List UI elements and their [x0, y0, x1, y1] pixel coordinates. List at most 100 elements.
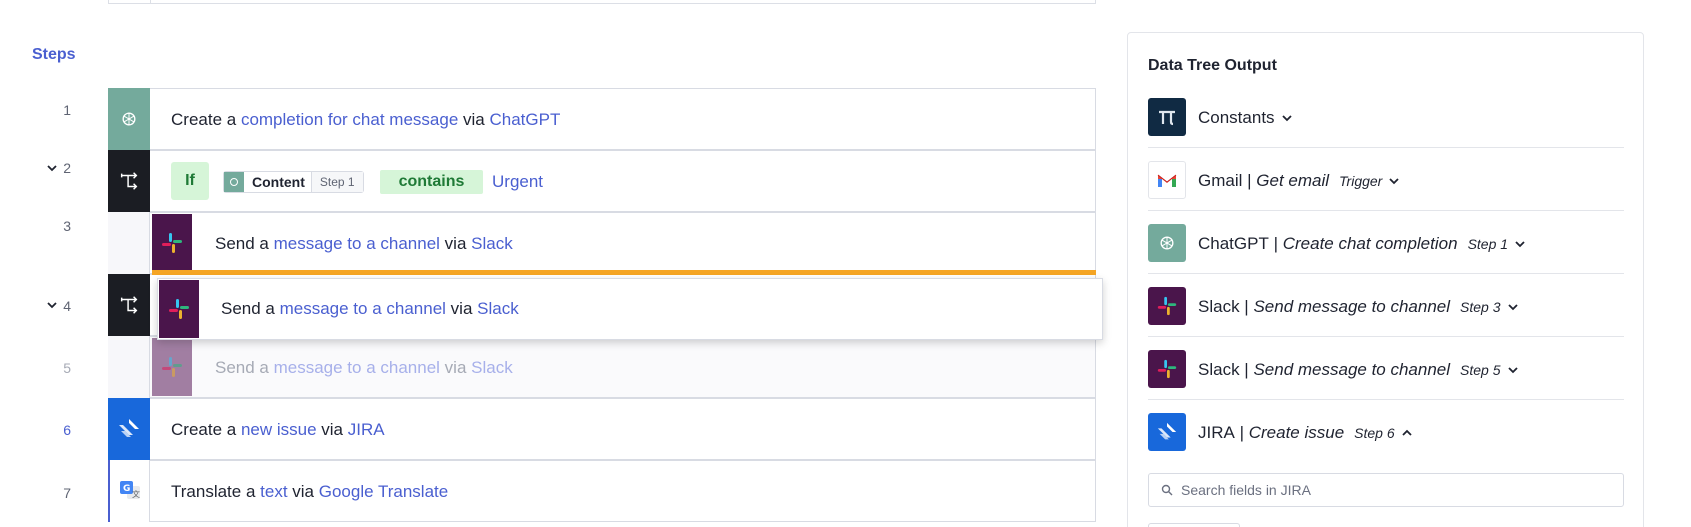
tree-action-name: Send message to channel	[1253, 360, 1451, 379]
tree-app-name: Slack	[1198, 360, 1240, 379]
slack-icon	[152, 214, 192, 272]
step-row-7[interactable]: G文 Translate a text via Google Translate	[108, 460, 1096, 522]
step-description: Send a message to a channel via Slack	[215, 358, 513, 378]
tree-item-label: Gmail | Get email Trigger	[1198, 171, 1400, 191]
step-description: Send a message to a channel via Slack	[215, 234, 513, 254]
workflow-editor: Steps 1 2 3 4 5 6 7 Create a completion …	[0, 0, 1691, 527]
tree-item-label: Constants	[1198, 108, 1293, 128]
gmail-icon	[1148, 161, 1186, 199]
svg-text:文: 文	[132, 489, 140, 499]
jira-fields-search-input[interactable]: Search fields in JIRA	[1148, 473, 1624, 507]
nested-indent	[108, 212, 150, 274]
chevron-down-icon[interactable]	[1507, 301, 1519, 313]
step-row-2[interactable]: If Content Step 1 contains Urgent	[108, 150, 1096, 212]
chevron-down-icon[interactable]	[1514, 238, 1526, 250]
tree-app-name: JIRA	[1198, 423, 1235, 442]
condition-field-step: Step 1	[310, 172, 363, 192]
action-link[interactable]: text	[260, 482, 287, 501]
tree-item-jira[interactable]: JIRA | Create issue Step 6	[1148, 400, 1624, 463]
chevron-down-icon[interactable]	[1281, 112, 1293, 124]
step-text: Send a	[215, 358, 274, 377]
search-icon	[1161, 484, 1173, 496]
if-chip: If	[171, 162, 209, 200]
tree-step-tag: Step 1	[1467, 236, 1509, 252]
search-placeholder: Search fields in JIRA	[1181, 482, 1311, 498]
tree-app-name: ChatGPT	[1198, 234, 1269, 253]
chevron-down-icon[interactable]	[1507, 364, 1519, 376]
field-chip-fragment	[1148, 523, 1240, 527]
step-description: Create a completion for chat message via…	[171, 110, 560, 130]
jira-icon	[108, 398, 150, 460]
step-row-5[interactable]: Send a message to a channel via Slack	[108, 336, 1096, 398]
condition-field-chip[interactable]: Content Step 1	[223, 171, 364, 193]
app-link[interactable]: Slack	[471, 234, 513, 253]
step-row-3[interactable]: Send a message to a channel via Slack	[108, 212, 1096, 274]
step-text: Create a	[171, 110, 241, 129]
slack-icon	[159, 280, 199, 338]
step-description: Translate a text via Google Translate	[171, 482, 448, 502]
chevron-down-icon[interactable]	[1388, 175, 1400, 187]
step-number: 7	[63, 485, 71, 501]
step-row-6[interactable]: Create a new issue via JIRA	[108, 398, 1096, 460]
action-link[interactable]: message to a channel	[280, 299, 446, 318]
action-link[interactable]: completion for chat message	[241, 110, 458, 129]
drop-indicator	[152, 270, 1096, 275]
step-number: 4	[63, 298, 71, 314]
tree-action-name: Send message to channel	[1253, 297, 1451, 316]
panel-title: Data Tree Output	[1148, 57, 1277, 74]
nested-indent	[108, 336, 150, 398]
step-text: Create a	[171, 420, 241, 439]
tree-step-tag: Trigger	[1339, 173, 1383, 189]
step-text: via	[316, 420, 348, 439]
step-description: Send a message to a channel via Slack	[221, 299, 519, 319]
tree-step-tag: Step 6	[1354, 425, 1395, 441]
app-link[interactable]: ChatGPT	[489, 110, 560, 129]
tree-step-tag: Step 5	[1460, 362, 1501, 378]
tree-item-label: JIRA | Create issue Step 6	[1198, 423, 1413, 443]
svg-text:G: G	[123, 484, 130, 494]
step-number: 6	[63, 422, 71, 438]
tree-separator: |	[1234, 423, 1249, 442]
tree-item-label: Slack | Send message to channel Step 5	[1198, 360, 1519, 380]
previous-row-fragment	[108, 0, 1096, 4]
dragged-step-card[interactable]: Send a message to a channel via Slack	[157, 278, 1103, 340]
step-number: 2	[63, 160, 71, 176]
tree-item-constants[interactable]: Constants	[1148, 85, 1624, 148]
steps-heading: Steps	[32, 46, 76, 63]
tree-app-name: Gmail	[1198, 171, 1243, 190]
tree-action-name: Get email	[1256, 171, 1330, 190]
tree-item-slack-step-3[interactable]: Slack | Send message to channel Step 3	[1148, 274, 1624, 337]
tree-item-label: ChatGPT | Create chat completion Step 1	[1198, 234, 1526, 254]
app-link[interactable]: Google Translate	[319, 482, 448, 501]
pi-icon	[1148, 98, 1186, 136]
app-link[interactable]: Slack	[471, 358, 513, 377]
condition-value[interactable]: Urgent	[492, 172, 543, 192]
step-text: via	[287, 482, 319, 501]
tree-separator: |	[1268, 234, 1283, 253]
condition-operator[interactable]: contains	[380, 170, 483, 194]
condition-field-label: Content	[252, 174, 305, 190]
step-text: via	[439, 358, 472, 377]
slack-icon	[1148, 350, 1186, 388]
step-text: via	[458, 110, 490, 129]
tree-item-slack-step-5[interactable]: Slack | Send message to channel Step 5	[1148, 337, 1624, 400]
tree-item-chatgpt[interactable]: ChatGPT | Create chat completion Step 1	[1148, 211, 1624, 274]
action-link[interactable]: message to a channel	[274, 234, 440, 253]
branch-icon	[108, 150, 150, 212]
google-translate-icon: G文	[108, 460, 150, 522]
step-text: via	[439, 234, 472, 253]
app-link[interactable]: Slack	[477, 299, 519, 318]
step-row-1[interactable]: Create a completion for chat message via…	[108, 88, 1096, 150]
action-link[interactable]: new issue	[241, 420, 317, 439]
openai-icon	[224, 172, 244, 192]
app-link[interactable]: JIRA	[348, 420, 385, 439]
branch-icon	[108, 274, 150, 336]
tree-separator: |	[1242, 171, 1257, 190]
tree-action-name: Create issue	[1248, 423, 1345, 442]
tree-item-gmail[interactable]: Gmail | Get email Trigger	[1148, 148, 1624, 211]
tree-app-name: Constants	[1198, 108, 1275, 127]
action-link[interactable]: message to a channel	[274, 358, 440, 377]
chevron-up-icon[interactable]	[1401, 427, 1413, 439]
tree-separator: |	[1239, 360, 1254, 379]
tree-separator: |	[1239, 297, 1254, 316]
